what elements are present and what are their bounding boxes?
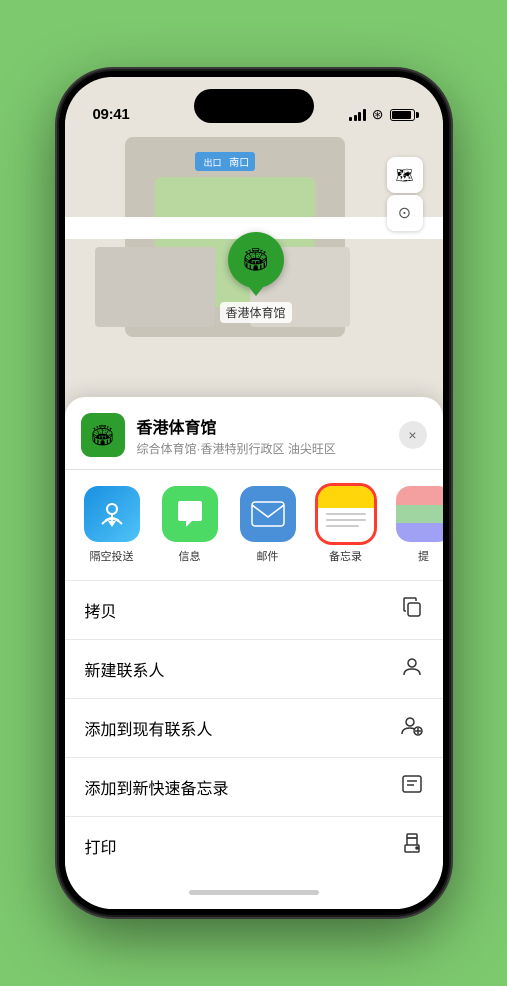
add-note-label: 添加到新快速备忘录 (85, 775, 229, 799)
add-existing-icon (401, 714, 423, 742)
stadium-icon: 🏟 (242, 247, 270, 273)
copy-label: 拷贝 (85, 598, 117, 622)
signal-bars-icon (349, 109, 366, 121)
phone-frame: 09:41 ⊛ 出口 (59, 71, 449, 915)
action-new-contact[interactable]: 新建联系人 (65, 640, 443, 699)
share-app-notes[interactable]: 备忘录 (311, 486, 381, 564)
airdrop-label: 隔空投送 (90, 548, 134, 564)
dynamic-island (194, 89, 314, 123)
new-contact-label: 新建联系人 (85, 657, 165, 681)
battery-icon (390, 109, 415, 121)
copy-icon (401, 596, 423, 624)
venue-icon: 🏟 (81, 413, 125, 457)
venue-emoji: 🏟 (90, 423, 115, 448)
airdrop-icon (84, 486, 140, 542)
mail-label: 邮件 (257, 548, 279, 564)
location-icon: ⊙ (398, 203, 411, 223)
action-print[interactable]: 打印 (65, 817, 443, 875)
venue-info: 香港体育馆 综合体育馆·香港特别行政区 油尖旺区 (137, 414, 399, 457)
home-bar (189, 890, 319, 895)
action-list: 拷贝 新建联系人 (65, 581, 443, 875)
south-entrance-label: 出口 南口 (195, 152, 256, 171)
pin-label: 香港体育馆 (220, 302, 292, 323)
share-app-messages[interactable]: 信息 (155, 486, 225, 564)
venue-name: 香港体育馆 (137, 414, 399, 438)
wifi-icon: ⊛ (372, 106, 384, 123)
messages-icon (162, 486, 218, 542)
share-app-more[interactable]: 提 (389, 486, 443, 564)
map-controls: 🗺 ⊙ (387, 157, 423, 231)
share-row: 隔空投送 信息 (65, 470, 443, 581)
pin-circle: 🏟 (228, 232, 284, 288)
more-apps-icon (396, 486, 443, 542)
print-icon (401, 832, 423, 860)
map-block-left (95, 247, 215, 327)
status-time: 09:41 (93, 106, 130, 123)
action-add-existing[interactable]: 添加到现有联系人 (65, 699, 443, 758)
close-button[interactable]: × (399, 421, 427, 449)
more-label: 提 (418, 548, 429, 564)
map-type-icon: 🗺 (396, 167, 414, 184)
share-app-mail[interactable]: 邮件 (233, 486, 303, 564)
location-button[interactable]: ⊙ (387, 195, 423, 231)
stadium-pin[interactable]: 🏟 香港体育馆 (220, 232, 292, 323)
new-contact-icon (401, 655, 423, 683)
action-add-note[interactable]: 添加到新快速备忘录 (65, 758, 443, 817)
venue-subtitle: 综合体育馆·香港特别行政区 油尖旺区 (137, 440, 399, 457)
notes-icon (318, 486, 374, 542)
bottom-sheet: 🏟 香港体育馆 综合体育馆·香港特别行政区 油尖旺区 × (65, 397, 443, 909)
notes-label: 备忘录 (329, 548, 362, 564)
action-copy[interactable]: 拷贝 (65, 581, 443, 640)
phone-screen: 09:41 ⊛ 出口 (65, 77, 443, 909)
status-icons: ⊛ (349, 106, 414, 123)
messages-label: 信息 (179, 548, 201, 564)
share-app-airdrop[interactable]: 隔空投送 (77, 486, 147, 564)
map-type-button[interactable]: 🗺 (387, 157, 423, 193)
add-existing-label: 添加到现有联系人 (85, 716, 213, 740)
sheet-header: 🏟 香港体育馆 综合体育馆·香港特别行政区 油尖旺区 × (65, 397, 443, 470)
add-note-icon (401, 773, 423, 801)
home-indicator (65, 875, 443, 909)
mail-icon (240, 486, 296, 542)
print-label: 打印 (85, 834, 117, 858)
